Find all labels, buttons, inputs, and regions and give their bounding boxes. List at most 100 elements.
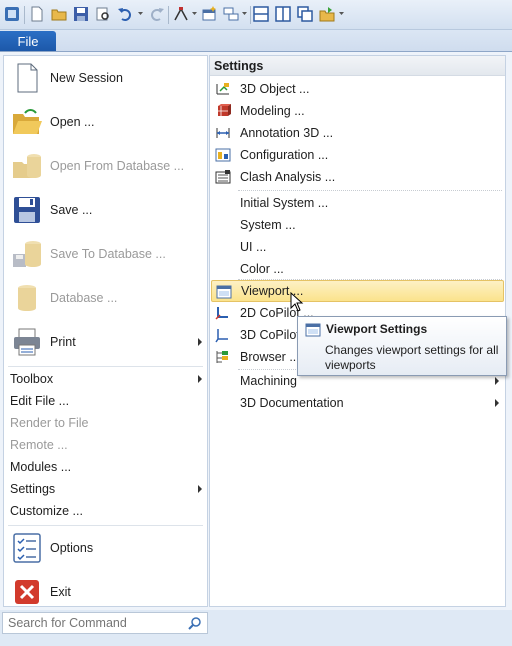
open-item[interactable]: Open ...	[4, 100, 207, 144]
open-label: Open ...	[50, 115, 95, 129]
search-icon[interactable]	[188, 616, 202, 630]
measure-tool-icon[interactable]	[172, 5, 190, 23]
clash-analysis-label: Clash Analysis ...	[240, 170, 336, 184]
customize-toolbar-dropdown-icon[interactable]	[338, 8, 345, 18]
options-item[interactable]: Options	[4, 526, 207, 570]
split-vertical-icon[interactable]	[274, 5, 292, 23]
ui-settings-item[interactable]: UI ...	[211, 236, 504, 258]
modules-label: Modules ...	[10, 460, 72, 474]
customize-label: Customize ...	[10, 504, 83, 518]
settings-item[interactable]: Settings	[4, 478, 207, 500]
toolbox-label: Toolbox	[10, 372, 54, 386]
3d-documentation-settings-item[interactable]: 3D Documentation	[211, 392, 504, 414]
browser-icon	[216, 351, 228, 363]
remote-item: Remote ...	[4, 434, 207, 456]
open-from-database-item: Open From Database ...	[4, 144, 207, 188]
split-horizontal-icon[interactable]	[252, 5, 270, 23]
tooltip-title: Viewport Settings	[326, 322, 428, 336]
machining-label: Machining	[240, 374, 297, 388]
edit-file-item[interactable]: Edit File ...	[4, 390, 207, 412]
save-to-database-item: Save To Database ...	[4, 232, 207, 276]
3d-documentation-submenu-arrow-icon	[495, 399, 499, 407]
layout-icon[interactable]	[222, 5, 240, 23]
app-icon[interactable]	[3, 5, 21, 23]
command-search-input[interactable]	[8, 616, 178, 630]
initial-system-settings-item[interactable]: Initial System ...	[211, 192, 504, 214]
system-label: System ...	[240, 218, 296, 232]
3d-object-label: 3D Object ...	[240, 82, 310, 96]
stack-window-icon[interactable]	[296, 5, 314, 23]
file-menu-commands: New Session Open ... Open From Database …	[3, 55, 208, 607]
options-label: Options	[50, 541, 94, 555]
viewport-icon	[216, 285, 232, 299]
viewport-icon	[305, 323, 321, 337]
mouse-cursor-icon	[290, 292, 304, 312]
print-label: Print	[50, 335, 76, 349]
modules-item[interactable]: Modules ...	[4, 456, 207, 478]
quick-access-toolbar	[0, 0, 512, 30]
annotation-3d-label: Annotation 3D ...	[240, 126, 334, 140]
annotation-3d-icon	[216, 128, 230, 138]
redo-icon[interactable]	[148, 5, 166, 23]
color-label: Color ...	[240, 262, 284, 276]
2d-copilot-icon	[215, 307, 228, 320]
database-label: Database ...	[50, 291, 118, 305]
save-database-icon	[13, 241, 41, 267]
open-folder-icon[interactable]	[50, 5, 68, 23]
measure-dropdown-icon[interactable]	[191, 8, 198, 18]
viewport-settings-tooltip: Viewport Settings Changes viewport setti…	[297, 316, 507, 376]
file-tab[interactable]: File	[0, 31, 56, 52]
edit-file-label: Edit File ...	[10, 394, 70, 408]
open-recent-icon[interactable]	[318, 5, 336, 23]
3d-copilot-icon	[215, 329, 228, 343]
render-to-file-item: Render to File	[4, 412, 207, 434]
tooltip-description: Changes viewport settings for all viewpo…	[325, 343, 499, 372]
command-search-box[interactable]	[2, 612, 208, 634]
save-item[interactable]: Save ...	[4, 188, 207, 232]
customize-item[interactable]: Customize ...	[4, 500, 207, 522]
viewport-settings-item[interactable]: Viewport ...	[211, 280, 504, 302]
new-session-label: New Session	[50, 71, 123, 85]
layout-dropdown-icon[interactable]	[241, 8, 248, 18]
clash-analysis-settings-item[interactable]: Clash Analysis ...	[211, 166, 504, 188]
new-session-item[interactable]: New Session	[4, 56, 207, 100]
save-to-database-label: Save To Database ...	[50, 247, 166, 261]
open-database-icon	[13, 154, 41, 178]
annotation-3d-settings-item[interactable]: Annotation 3D ...	[211, 122, 504, 144]
color-settings-item[interactable]: Color ...	[211, 258, 504, 280]
modeling-settings-item[interactable]: Modeling ...	[211, 100, 504, 122]
3d-object-icon	[216, 83, 229, 95]
3d-documentation-label: 3D Documentation	[240, 396, 344, 410]
print-item[interactable]: Print	[4, 320, 207, 364]
exit-item[interactable]: Exit	[4, 570, 207, 614]
open-folder-icon	[13, 109, 42, 134]
system-settings-item[interactable]: System ...	[211, 214, 504, 236]
database-icon	[18, 285, 36, 311]
3d-object-settings-item[interactable]: 3D Object ...	[211, 78, 504, 100]
save-label: Save ...	[50, 203, 93, 217]
toolbox-item[interactable]: Toolbox	[4, 368, 207, 390]
printer-icon	[14, 328, 40, 356]
configuration-label: Configuration ...	[240, 148, 329, 162]
undo-dropdown-icon[interactable]	[137, 8, 144, 18]
configuration-settings-item[interactable]: Configuration ...	[211, 144, 504, 166]
configuration-icon	[215, 148, 231, 162]
exit-label: Exit	[50, 585, 71, 599]
exit-icon	[15, 580, 39, 604]
settings-submenu-arrow-icon	[198, 485, 202, 493]
modeling-label: Modeling ...	[240, 104, 305, 118]
new-document-icon[interactable]	[28, 5, 46, 23]
print-preview-icon[interactable]	[94, 5, 112, 23]
options-checklist-icon	[13, 533, 41, 563]
ribbon-tab-strip: File	[0, 30, 512, 52]
initial-system-label: Initial System ...	[240, 196, 329, 210]
new-window-icon[interactable]	[200, 5, 218, 23]
clash-analysis-icon	[215, 170, 231, 184]
save-icon[interactable]	[72, 5, 90, 23]
ui-label: UI ...	[240, 240, 267, 254]
floppy-disk-icon	[14, 197, 40, 223]
machining-submenu-arrow-icon	[495, 377, 499, 385]
undo-icon[interactable]	[116, 5, 134, 23]
modeling-icon	[218, 104, 231, 116]
open-from-database-label: Open From Database ...	[50, 159, 185, 173]
